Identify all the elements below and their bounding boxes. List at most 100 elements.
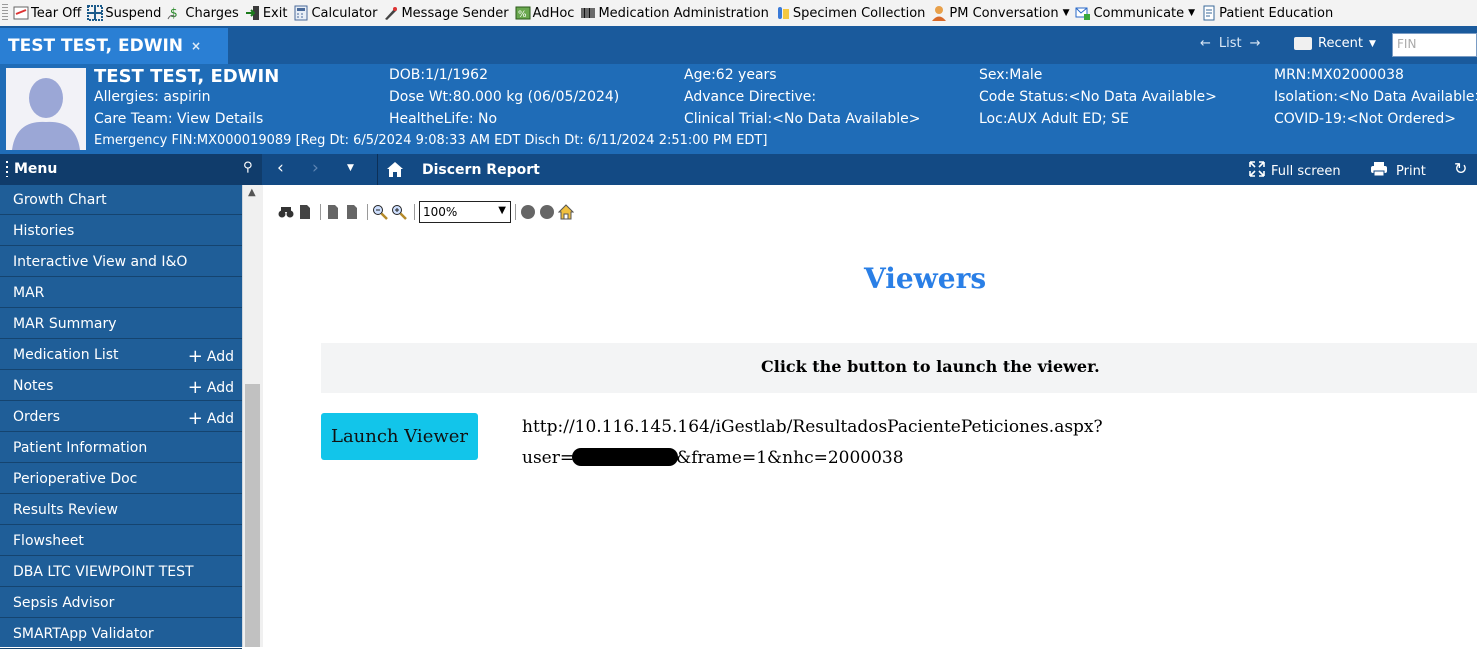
specimen-icon [775, 5, 791, 21]
adhoc-button[interactable]: % AdHoc [512, 1, 578, 25]
scroll-up-icon[interactable]: ▲ [248, 187, 256, 198]
sidebar-item-sepsis-advisor[interactable]: Sepsis Advisor [0, 588, 242, 618]
find-icon[interactable] [278, 204, 294, 220]
full-screen-button[interactable]: Full screen [1249, 161, 1341, 181]
sidebar-item-smartapp-validator[interactable]: SMARTApp Validator [0, 619, 242, 649]
banner-advance-directive: Advance Directive: [684, 89, 817, 105]
patient-tab[interactable]: TEST TEST, EDWIN × [0, 28, 228, 64]
sidebar-item-label: Sepsis Advisor [13, 594, 115, 611]
refresh-icon[interactable]: ↻ [1454, 159, 1467, 178]
sidebar-item-medication-list[interactable]: Medication List + Add [0, 340, 242, 370]
sidebar-item-mar[interactable]: MAR [0, 278, 242, 308]
zoom-in-icon[interactable] [391, 204, 407, 220]
recent-dropdown[interactable]: Recent ▼ [1294, 36, 1376, 51]
sidebar-item-orders[interactable]: Orders + Add [0, 402, 242, 432]
report-title: Viewers [864, 262, 987, 295]
sidebar-item-histories[interactable]: Histories [0, 216, 242, 246]
sidebar-item-growth-chart[interactable]: Growth Chart [0, 185, 242, 215]
url-suffix: &frame=1&nhc=2000038 [676, 448, 904, 468]
sidebar-item-flowsheet[interactable]: Flowsheet [0, 526, 242, 556]
close-icon[interactable]: × [191, 39, 201, 53]
launch-viewer-button[interactable]: Launch Viewer [321, 413, 478, 460]
tear-off-icon [13, 5, 29, 21]
pm-conversation-button[interactable]: PM Conversation ▼ [928, 1, 1072, 25]
communicate-button[interactable]: Communicate ▼ [1072, 1, 1198, 25]
list-link[interactable]: List [1219, 36, 1242, 51]
nav-divider [377, 154, 378, 185]
banner-care-team[interactable]: Care Team: View Details [94, 108, 263, 130]
print-button[interactable]: Print [1370, 161, 1426, 181]
specimen-collection-button[interactable]: Specimen Collection [772, 1, 929, 25]
pin-icon[interactable]: ⚲ [243, 160, 253, 175]
banner-covid: COVID-19:<Not Ordered> [1274, 111, 1457, 127]
sidebar-item-label: SMARTApp Validator [13, 625, 154, 642]
sidebar-item-patient-information[interactable]: Patient Information [0, 433, 242, 463]
sidebar-item-notes[interactable]: Notes + Add [0, 371, 242, 401]
refresh-report-icon[interactable] [539, 204, 555, 220]
charges-button[interactable]: $ Charges [164, 1, 241, 25]
message-sender-button[interactable]: Message Sender [380, 1, 511, 25]
sidebar-item-label: Orders [13, 408, 61, 425]
adhoc-icon: % [515, 5, 531, 21]
banner-age: Age:62 years [684, 67, 777, 83]
url-prefix: user= [522, 448, 575, 468]
patient-education-button[interactable]: Patient Education [1198, 1, 1336, 25]
chevron-down-icon: ▼ [1062, 8, 1070, 18]
exit-button[interactable]: Exit [242, 1, 291, 25]
suspend-icon [87, 5, 104, 21]
forward-icon[interactable]: › [312, 158, 319, 178]
calculator-button[interactable]: Calculator [290, 1, 380, 25]
sidebar-item-results-review[interactable]: Results Review [0, 495, 242, 525]
back-icon[interactable]: ‹ [277, 158, 284, 178]
content-nav-bar: ‹ › ▼ Discern Report Full screen Print ↻ [262, 154, 1477, 185]
chevron-down-icon[interactable]: ▼ [347, 163, 354, 173]
stop-icon[interactable] [520, 204, 536, 220]
page-title: Discern Report [422, 162, 540, 178]
viewer-url-line-1: http://10.116.145.164/iGestlab/Resultado… [522, 417, 1103, 437]
toolbar-separator [320, 204, 321, 220]
sidebar-item-dba-ltc-viewpoint-test[interactable]: DBA LTC VIEWPOINT TEST [0, 557, 242, 587]
sidebar-item-perioperative-doc[interactable]: Perioperative Doc [0, 464, 242, 494]
plus-icon: + [187, 377, 203, 398]
svg-text:%: % [518, 10, 527, 20]
banner-dose-weight: Dose Wt:80.000 kg (06/05/2024) [389, 89, 620, 105]
zoom-select[interactable]: 100% ▼ [419, 201, 511, 223]
add-button[interactable]: + Add [188, 408, 234, 429]
banner-location: Loc:AUX Adult ED; SE [979, 111, 1129, 127]
plus-icon: + [187, 408, 203, 429]
chevron-down-icon: ▼ [1368, 38, 1376, 49]
communicate-icon [1075, 5, 1091, 21]
arrow-left-icon[interactable]: ← [1200, 36, 1211, 51]
fin-search-input[interactable]: FIN [1392, 33, 1477, 57]
home-icon[interactable] [386, 161, 404, 182]
add-button[interactable]: + Add [188, 346, 234, 367]
menu-title: Menu [14, 161, 58, 177]
toolbar-grip[interactable] [2, 4, 8, 22]
banner-healthelife: HealtheLife: No [389, 111, 498, 127]
list-navigation: ← List → [1200, 36, 1261, 51]
home-icon[interactable] [557, 204, 575, 220]
zoom-out-icon[interactable] [372, 204, 388, 220]
add-button[interactable]: + Add [188, 377, 234, 398]
svg-text:$: $ [170, 6, 178, 20]
first-page-icon[interactable] [325, 204, 341, 220]
banner-sex: Sex:Male [979, 67, 1043, 83]
medication-administration-button[interactable]: Medication Administration [577, 1, 771, 25]
arrow-right-icon[interactable]: → [1250, 36, 1261, 51]
sidebar-item-label: Flowsheet [13, 532, 84, 549]
sidebar-item-mar-summary[interactable]: MAR Summary [0, 309, 242, 339]
message-sender-icon [383, 5, 399, 21]
toolbar-separator [414, 204, 415, 220]
banner-allergies[interactable]: Allergies: aspirin [94, 86, 211, 108]
sidebar-scrollbar-thumb[interactable] [245, 384, 260, 647]
sidebar-item-label: Interactive View and I&O [13, 253, 188, 270]
patient-tab-name: TEST TEST, EDWIN [8, 36, 183, 56]
previous-page-icon[interactable] [344, 204, 360, 220]
sidebar-item-interactive-view-and-i-o[interactable]: Interactive View and I&O [0, 247, 242, 277]
tear-off-button[interactable]: Tear Off [10, 1, 84, 25]
printer-icon [1370, 161, 1388, 181]
toolbar-separator [367, 204, 368, 220]
page-icon[interactable] [297, 204, 313, 220]
suspend-button[interactable]: Suspend [84, 1, 164, 25]
banner-mrn: MRN:MX02000038 [1274, 67, 1404, 83]
